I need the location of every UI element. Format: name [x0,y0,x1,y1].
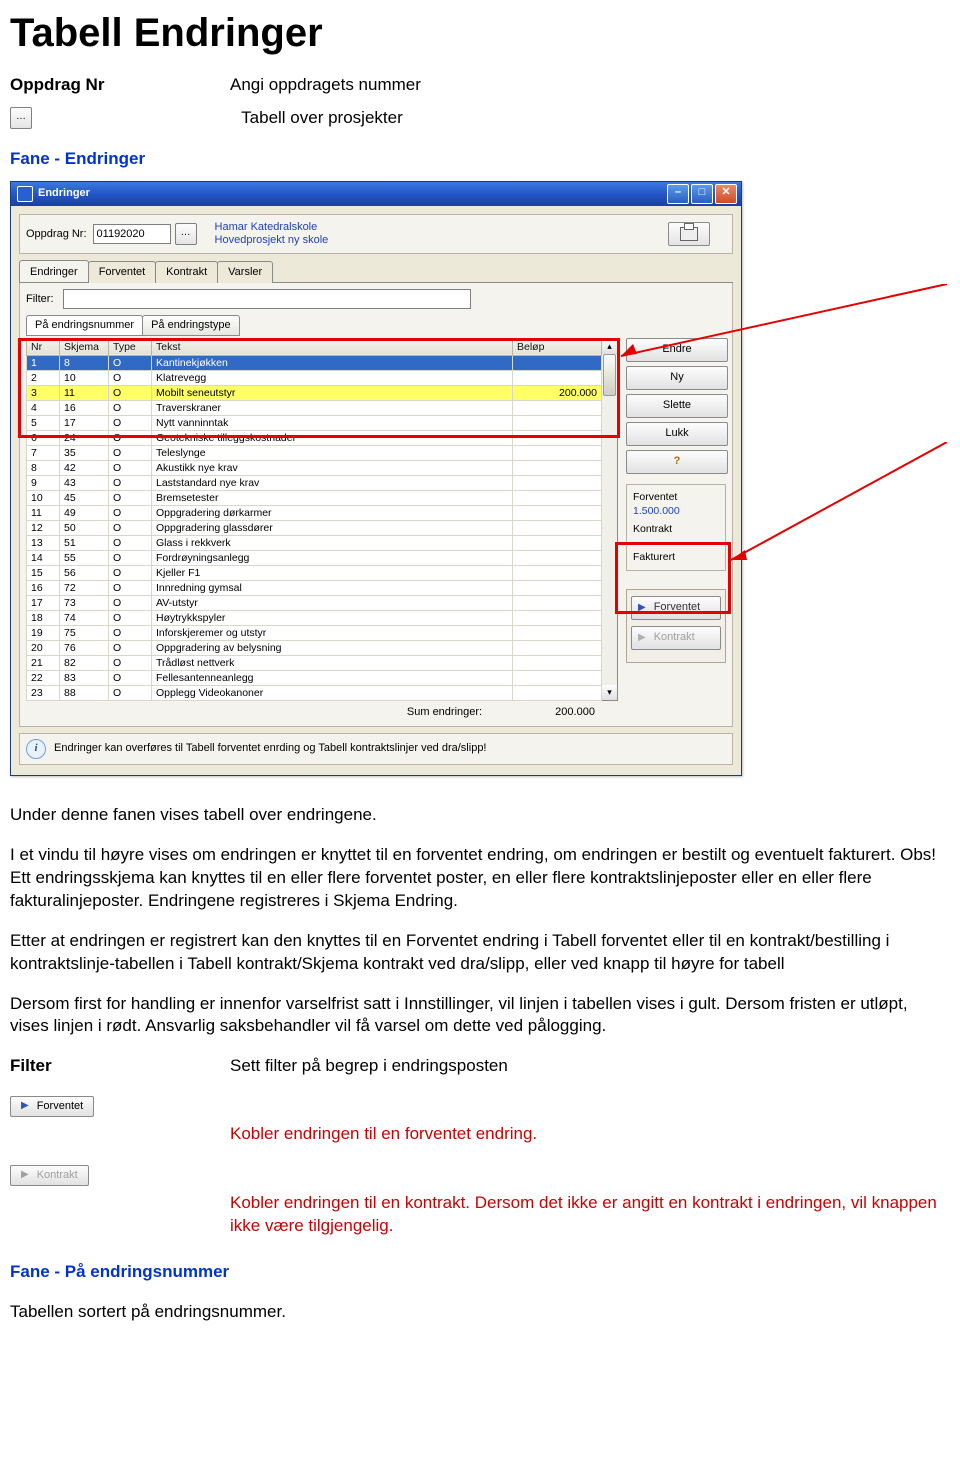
forventet-explain: Kobler endringen til en forventet endrin… [230,1123,944,1146]
col-skjema[interactable]: Skjema [60,338,109,355]
table-row[interactable]: 943OLaststandard nye krav [27,476,602,491]
para1: Under denne fanen vises tabell over endr… [10,804,944,827]
main-tab-strip: Endringer Forventet Kontrakt Varsler [19,260,733,283]
close-icon[interactable]: ✕ [715,184,737,204]
table-row[interactable]: 1556OKjeller F1 [27,566,602,581]
col-tekst[interactable]: Tekst [152,338,513,355]
filter-input[interactable] [63,289,471,309]
filter-label: Filter: [26,293,54,305]
page-title: Tabell Endringer [10,6,944,60]
filter-heading: Filter [10,1055,230,1078]
table-row[interactable]: 1874OHøytrykkspyler [27,611,602,626]
tab-varsler[interactable]: Varsler [217,261,273,283]
table-row[interactable]: 416OTraverskraner [27,401,602,416]
table-row[interactable]: 517ONytt vanninntak [27,416,602,431]
table-row[interactable]: 2182OTrådløst nettverk [27,656,602,671]
table-row[interactable]: 1455OFordrøyningsanlegg [27,551,602,566]
summary-kontrakt-label: Kontrakt [633,522,719,536]
project-name: Hamar Katedralskole Hovedprosjekt ny sko… [215,221,329,247]
drag-kontrakt-button: ▶ Kontrakt [631,626,721,650]
tab-endringer[interactable]: Endringer [19,260,89,282]
summary-box: Forventet 1.500.000 Kontrakt Fakturert [626,484,726,571]
summary-fakturert-label: Fakturert [633,550,719,564]
lukk-button[interactable]: Lukk [626,422,728,446]
table-row[interactable]: 2388OOpplegg Videokanoner [27,686,602,701]
table-row[interactable]: 624OGeotekniske tilleggskostnader [27,431,602,446]
table-row[interactable]: 2283OFellesantenneanlegg [27,671,602,686]
col-belop[interactable]: Beløp [513,338,602,355]
printer-icon [680,227,698,241]
tab-forventet[interactable]: Forventet [88,261,156,283]
grid: Nr Skjema Type Tekst Beløp 18OKantinekjø… [26,338,602,701]
mini-forventet-button: ▶ Forventet [10,1096,94,1117]
info-text: Endringer kan overføres til Tabell forve… [54,741,487,756]
play-icon: ▶ [21,1099,29,1113]
table-row[interactable]: 210OKlatrevegg [27,371,602,386]
table-row[interactable]: 18OKantinekjøkken [27,356,602,371]
para4: Dersom first for handling er innenfor va… [10,993,944,1039]
endringer-window: Endringer – □ ✕ Oppdrag Nr: … Hamar Kate… [10,181,742,776]
oppdrag-desc: Angi oppdragets nummer [230,74,944,97]
play-icon: ▶ [21,1168,29,1182]
table-row[interactable]: 735OTeleslynge [27,446,602,461]
maximize-icon[interactable]: □ [691,184,713,204]
tabell-desc: Tabell over prosjekter [241,108,403,127]
minimize-icon[interactable]: – [667,184,689,204]
oppdrag-nr-input[interactable] [93,224,171,244]
table-row[interactable]: 311OMobilt seneutstyr200.000 [27,386,602,401]
drag-buttons-box: ▶ Forventet ▶ Kontrakt [626,589,726,663]
table-row[interactable]: 2076OOppgradering av belysning [27,641,602,656]
section-fane-endringer: Fane - Endringer [10,148,944,171]
kontrakt-explain: Kobler endringen til en kontrakt. Dersom… [230,1192,944,1238]
table-row[interactable]: 842OAkustikk nye krav [27,461,602,476]
subtab-endringsnummer[interactable]: På endringsnummer [26,315,143,336]
para3: Etter at endringen er registrert kan den… [10,930,944,976]
filter-desc: Sett filter på begrep i endringsposten [230,1055,944,1078]
summary-forventet-label: Forventet [633,490,719,504]
subtab-endringstype[interactable]: På endringstype [142,315,240,336]
sum-value: 200.000 [555,706,595,718]
slette-button[interactable]: Slette [626,394,728,418]
col-type[interactable]: Type [109,338,152,355]
ny-button[interactable]: Ny [626,366,728,390]
table-row[interactable]: 1773OAV-utstyr [27,596,602,611]
table-row[interactable]: 1149OOppgradering dørkarmer [27,506,602,521]
section2-text: Tabellen sortert på endringsnummer. [10,1301,944,1324]
scroll-down-icon[interactable]: ▾ [602,685,617,700]
oppdrag-nr-label: Oppdrag Nr: [26,227,87,242]
scroll-thumb[interactable] [603,354,616,396]
sum-label: Sum endringer: [407,706,482,718]
table-row[interactable]: 1045OBremsetester [27,491,602,506]
play-icon: ▶ [638,601,646,615]
endre-button[interactable]: Endre [626,338,728,362]
table-row[interactable]: 1351OGlass i rekkverk [27,536,602,551]
section-fane-endringsnummer: Fane - På endringsnummer [10,1261,944,1284]
summary-forventet-value: 1.500.000 [633,504,719,518]
table-row[interactable]: 1672OInnredning gymsal [27,581,602,596]
drag-forventet-button[interactable]: ▶ Forventet [631,596,721,620]
mini-kontrakt-button: ▶ Kontrakt [10,1165,89,1186]
scroll-up-icon[interactable]: ▴ [602,339,617,354]
print-button[interactable] [668,222,710,246]
info-bar: i Endringer kan overføres til Tabell for… [19,733,733,765]
table-row[interactable]: 1975OInforskjeremer og utstyr [27,626,602,641]
para2: I et vindu til høyre vises om endringen … [10,844,944,913]
lookup-button[interactable]: … [175,223,197,245]
play-icon: ▶ [638,631,646,645]
oppdrag-label: Oppdrag Nr [10,74,230,97]
tab-kontrakt[interactable]: Kontrakt [155,261,218,283]
titlebar: Endringer – □ ✕ [11,182,741,206]
table-row[interactable]: 1250OOppgradering glassdører [27,521,602,536]
info-icon: i [26,739,46,759]
ellipsis-icon: … [10,107,32,129]
window-title: Endringer [38,186,665,201]
app-icon [17,186,33,202]
vertical-scrollbar[interactable]: ▴ ▾ [602,338,618,701]
help-button[interactable]: ? [626,450,728,474]
col-nr[interactable]: Nr [27,338,60,355]
